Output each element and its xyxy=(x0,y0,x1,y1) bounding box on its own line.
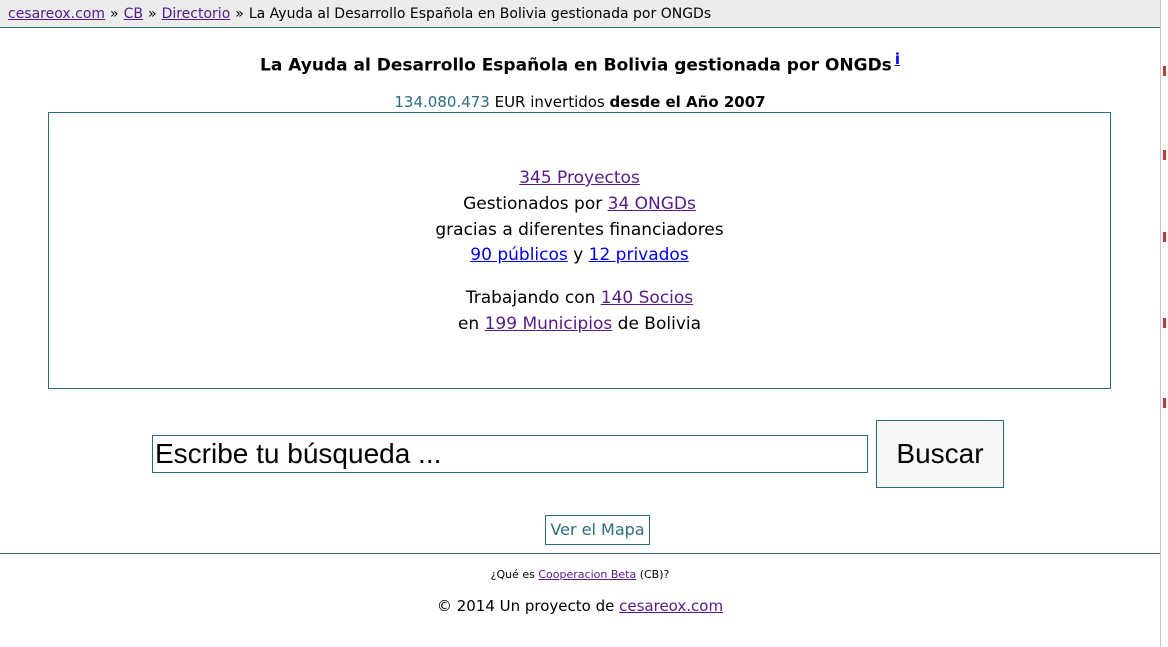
scrollbar[interactable] xyxy=(1160,0,1168,647)
stats-partners-line: Trabajando con 140 Socios xyxy=(49,288,1110,308)
breadcrumb: cesareox.com» CB» Directorio» La Ayuda al D… xyxy=(0,0,1160,28)
stats-municipalities-line: en 199 Municipios de Bolivia xyxy=(49,314,1110,334)
and-text: y xyxy=(567,245,589,265)
public-funders-link[interactable]: 90 públicos xyxy=(470,245,567,265)
stats-funders-line: gracias a diferentes financiadores xyxy=(435,220,724,240)
partners-link[interactable]: 140 Socios xyxy=(601,288,693,308)
scroll-marker xyxy=(1163,232,1166,242)
whatis-prefix: ¿Qué es xyxy=(490,568,539,581)
scroll-marker xyxy=(1163,318,1166,328)
whatis-suffix: (CB)? xyxy=(636,568,670,581)
municipalities-prefix: en xyxy=(457,314,485,334)
info-icon[interactable]: i xyxy=(895,50,900,68)
stats-box: 345 Proyectos Gestionados por 34 ONGDs g… xyxy=(48,112,1111,389)
breadcrumb-separator: » xyxy=(235,6,244,22)
managed-prefix: Gestionados por xyxy=(463,194,608,214)
page: cesareox.com» CB» Directorio» La Ayuda al D… xyxy=(0,0,1168,647)
breadcrumb-separator: » xyxy=(110,6,119,22)
search-button[interactable]: Buscar xyxy=(876,420,1004,488)
scroll-marker xyxy=(1163,398,1166,408)
stats-projects-line: 345 Proyectos xyxy=(49,168,1110,188)
search-input[interactable] xyxy=(152,435,868,473)
scroll-marker xyxy=(1163,150,1166,160)
breadcrumb-link-home[interactable]: cesareox.com xyxy=(8,6,105,22)
ongds-link[interactable]: 34 ONGDs xyxy=(608,194,696,214)
what-is-cb: ¿Qué es Cooperacion Beta (CB)? xyxy=(0,568,1160,581)
copyright-site-link[interactable]: cesareox.com xyxy=(619,597,723,615)
stats-public-private-line: 90 públicos y 12 privados xyxy=(49,245,1110,265)
investment-amount: 134.080.473 xyxy=(394,93,490,111)
footer-divider xyxy=(0,553,1160,554)
partners-prefix: Trabajando con xyxy=(465,288,601,308)
private-funders-link[interactable]: 12 privados xyxy=(589,245,689,265)
municipalities-suffix: de Bolivia xyxy=(612,314,702,334)
scroll-marker xyxy=(1163,66,1166,76)
view-map-button[interactable]: Ver el Mapa xyxy=(545,515,650,545)
breadcrumb-link-directorio[interactable]: Directorio xyxy=(162,6,231,22)
page-title: La Ayuda al Desarrollo Española en Boliv… xyxy=(0,50,1160,76)
copyright-prefix: © 2014 Un proyecto de xyxy=(436,597,620,615)
breadcrumb-link-cb[interactable]: CB xyxy=(124,6,143,22)
page-title-text: La Ayuda al Desarrollo Española en Boliv… xyxy=(260,55,892,76)
copyright: © 2014 Un proyecto de cesareox.com xyxy=(0,597,1160,615)
stats-managed-line: Gestionados por 34 ONGDs xyxy=(49,194,1110,214)
investment-summary: 134.080.473 EUR invertidos desde el Año … xyxy=(0,93,1160,111)
projects-link[interactable]: 345 Proyectos xyxy=(519,168,640,188)
cooperacion-beta-link[interactable]: Cooperacion Beta xyxy=(538,568,636,581)
breadcrumb-current: La Ayuda al Desarrollo Española en Boliv… xyxy=(248,6,712,22)
investment-since: desde el Año 2007 xyxy=(609,93,766,111)
breadcrumb-separator: » xyxy=(147,6,157,22)
investment-currency-text: EUR invertidos xyxy=(489,93,610,111)
municipalities-link[interactable]: 199 Municipios xyxy=(485,314,613,334)
